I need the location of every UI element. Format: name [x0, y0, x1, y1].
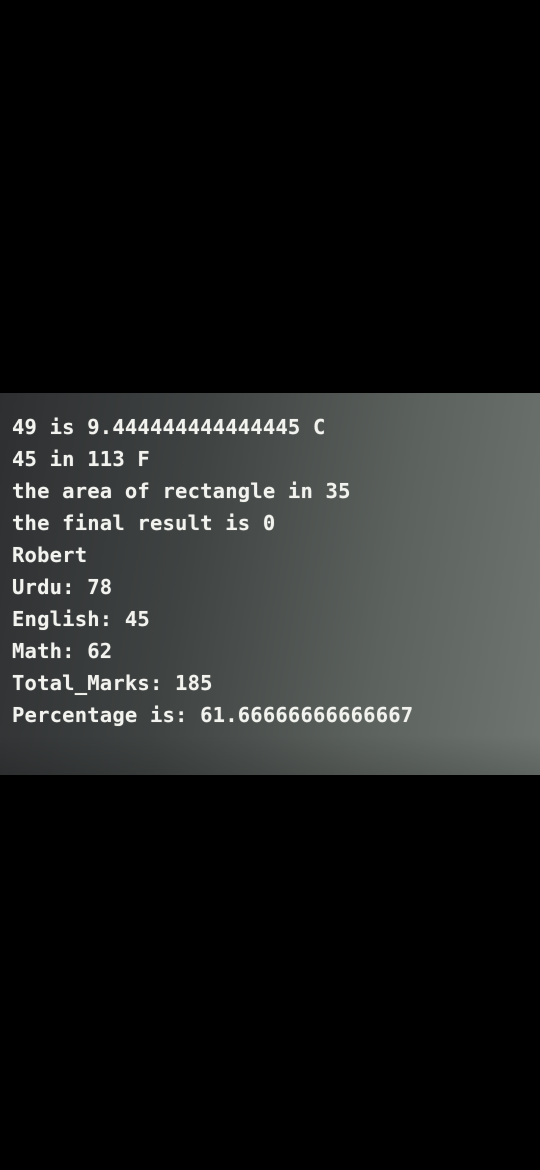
output-line-name: Robert: [12, 543, 88, 567]
output-line-percentage: Percentage is: 61.66666666666667: [12, 703, 414, 727]
output-line-urdu: Urdu: 78: [12, 575, 113, 599]
output-line-math: Math: 62: [12, 639, 113, 663]
output-line-fahrenheit: 45 in 113 F: [12, 447, 150, 471]
output-line-final-result: the final result is 0: [12, 511, 276, 535]
output-line-rectangle-area: the area of rectangle in 35: [12, 479, 351, 503]
terminal-output-screen: 49 is 9.444444444444445 C 45 in 113 F th…: [0, 393, 540, 775]
output-line-total-marks: Total_Marks: 185: [12, 671, 213, 695]
terminal-output: 49 is 9.444444444444445 C 45 in 113 F th…: [12, 411, 413, 731]
output-line-english: English: 45: [12, 607, 150, 631]
output-line-celsius: 49 is 9.444444444444445 C: [12, 415, 326, 439]
photo-frame: 49 is 9.444444444444445 C 45 in 113 F th…: [0, 0, 540, 1170]
